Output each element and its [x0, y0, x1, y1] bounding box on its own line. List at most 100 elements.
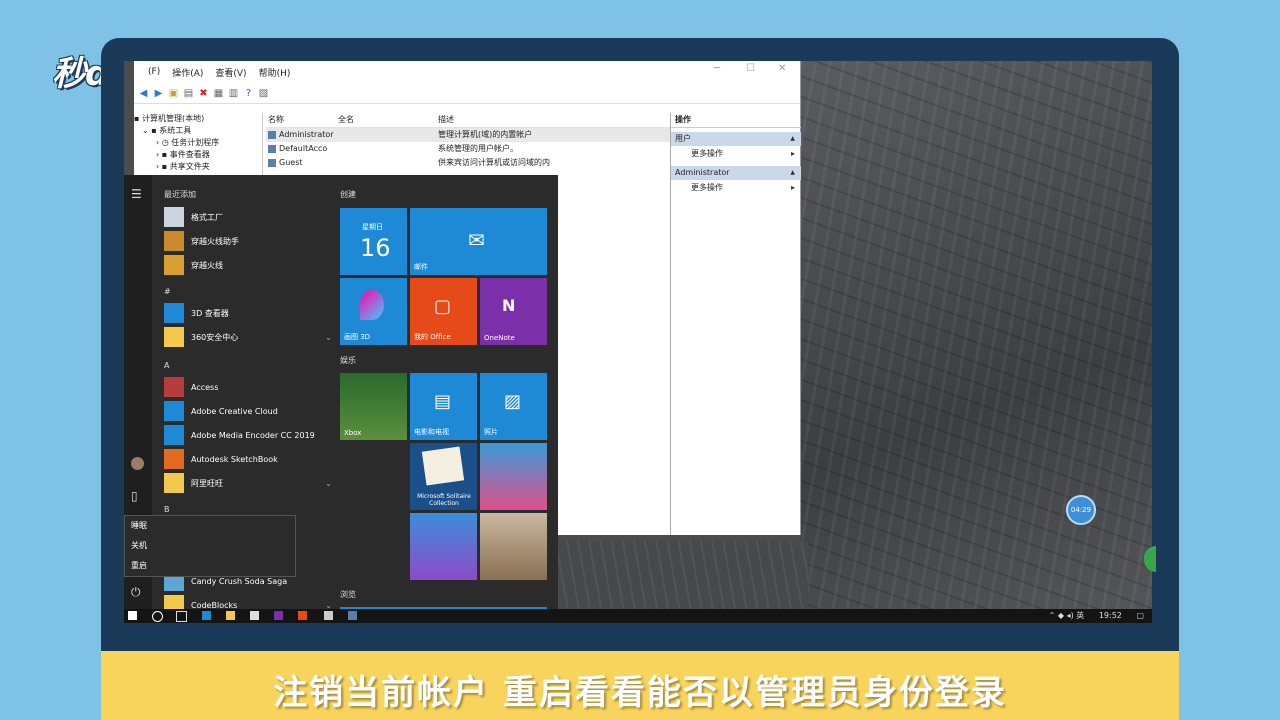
network-icon[interactable]: ◆ [1058, 611, 1064, 620]
more-actions-users[interactable]: 更多操作 [671, 146, 801, 162]
folder-up-icon[interactable]: ▣ [168, 88, 179, 99]
export-icon[interactable]: ▥ [228, 88, 239, 99]
app-crossfire[interactable]: 穿越火线 [164, 255, 334, 275]
onenote-taskbar-icon[interactable] [274, 611, 283, 620]
tile-mail[interactable]: ✉ 邮件 [410, 208, 547, 275]
table-row[interactable]: DefaultAcco 系统管理的用户帐户。 [266, 142, 670, 156]
power-shutdown[interactable]: 关机 [125, 536, 295, 556]
power-icon[interactable]: ⏻ [131, 585, 141, 600]
more-actions-administrator[interactable]: 更多操作 [671, 180, 801, 196]
maximize-button[interactable]: ☐ [746, 63, 755, 74]
table-row[interactable]: Administrator 管理计算机(域)的内置帐户 [266, 128, 670, 142]
chevron-up-icon[interactable]: ⌃ [1049, 611, 1056, 620]
tile-photos[interactable]: ▨ 照片 [480, 373, 547, 440]
tile-age-of-empires[interactable] [480, 513, 547, 580]
film-icon: ▤ [434, 391, 452, 412]
table-row[interactable]: Guest 供来宾访问计算机或访问域的内 [266, 156, 670, 170]
tile-onenote[interactable]: N OneNote [480, 278, 547, 345]
menu-file[interactable]: (F) [148, 67, 160, 77]
forward-icon[interactable]: ▶ [153, 88, 164, 99]
actions-pane: 操作 用户 更多操作 Administrator 更多操作 [670, 113, 801, 535]
app-media-encoder[interactable]: Adobe Media Encoder CC 2019 [164, 425, 334, 445]
app-format-factory[interactable]: 格式工厂 [164, 207, 334, 227]
properties-icon[interactable]: ▦ [213, 88, 224, 99]
app-access[interactable]: Access [164, 377, 334, 397]
section-b[interactable]: B [164, 505, 170, 514]
store-icon[interactable] [250, 611, 259, 620]
menu-help[interactable]: 帮助(H) [259, 66, 291, 79]
tile-area: 创建 星期日 16 ✉ 邮件 画图 3D ▢ 我的 Office N OneNo… [334, 175, 558, 623]
delete-icon[interactable]: ✖ [198, 88, 209, 99]
timer-bubble[interactable]: 04:29 [1066, 495, 1096, 525]
desktop-wallpaper [800, 61, 1152, 623]
system-tray: ⌃ ◆ ◂) 英 19:52 ▢ [1049, 609, 1144, 623]
media-encoder-icon [164, 425, 184, 445]
users-taskbar-icon[interactable] [348, 611, 357, 620]
clock[interactable]: 19:52 [1099, 611, 1122, 620]
actions-header: 操作 [671, 113, 801, 128]
notification-icon[interactable]: ▢ [1136, 611, 1144, 620]
crossfire-icon [164, 255, 184, 275]
tile-office[interactable]: ▢ 我的 Office [410, 278, 477, 345]
clock-icon: › ◷ [156, 138, 172, 147]
explorer-icon[interactable] [226, 611, 235, 620]
help-icon[interactable]: ? [243, 88, 254, 99]
show-tree-icon[interactable]: ▤ [183, 88, 194, 99]
tile-xbox[interactable]: Xbox [340, 373, 407, 440]
app-adobe-cc[interactable]: Adobe Creative Cloud [164, 401, 334, 421]
windows-start-icon[interactable] [128, 611, 137, 620]
office-icon: ▢ [434, 296, 452, 317]
back-icon[interactable]: ◀ [138, 88, 149, 99]
power-sleep[interactable]: 睡眠 [125, 516, 295, 536]
console-icon[interactable]: ▧ [258, 88, 269, 99]
section-hash[interactable]: # [164, 287, 171, 296]
section-a[interactable]: A [164, 361, 169, 370]
tile-solitaire[interactable]: Microsoft Solitaire Collection [410, 443, 477, 510]
avatar[interactable] [131, 457, 144, 470]
actions-group-administrator[interactable]: Administrator [671, 166, 801, 180]
volume-icon[interactable]: ◂) [1067, 611, 1074, 620]
tile-group-create: 创建 [340, 190, 356, 199]
actions-group-users[interactable]: 用户 [671, 132, 801, 146]
tile-movies[interactable]: ▤ 电影和电视 [410, 373, 477, 440]
power-restart[interactable]: 重启 [125, 556, 295, 576]
column-fullname[interactable]: 全名 [338, 113, 438, 127]
column-description[interactable]: 描述 [438, 113, 670, 127]
column-name[interactable]: 名称 [266, 113, 338, 127]
user-icon [268, 144, 276, 153]
user-icon [268, 158, 276, 167]
app-aliwangwang[interactable]: 阿里旺旺 ⌄ [164, 473, 334, 493]
search-icon[interactable] [152, 611, 163, 622]
chevron-down-icon[interactable]: ⌄ [325, 479, 332, 488]
tile-candy-crush-soda[interactable] [480, 443, 547, 510]
tree-item-system-tools[interactable]: ⌄ ▪ 系统工具 [134, 125, 262, 137]
menu-view[interactable]: 查看(V) [215, 66, 246, 79]
edge-icon[interactable] [202, 611, 211, 620]
app-cf-assistant[interactable]: 穿越火线助手 [164, 231, 334, 251]
format-factory-icon [164, 207, 184, 227]
app-sketchbook[interactable]: Autodesk SketchBook [164, 449, 334, 469]
hamburger-icon[interactable]: ☰ [131, 187, 142, 201]
subtitle-text: 注销当前帐户 重启看看能否以管理员身份登录 [273, 673, 1007, 713]
tile-paint3d[interactable]: 画图 3D [340, 278, 407, 345]
tree-item-root[interactable]: ▪ 计算机管理(本地) [134, 113, 262, 125]
document-icon[interactable]: ▯ [131, 489, 138, 503]
chevron-down-icon[interactable]: ⌄ [325, 333, 332, 342]
mmc-taskbar-icon[interactable] [324, 611, 333, 620]
tile-bubble-witch[interactable] [410, 513, 477, 580]
adobe-cc-icon [164, 401, 184, 421]
tree-item-event-viewer[interactable]: › ▪ 事件查看器 [134, 149, 262, 161]
event-icon: › ▪ [156, 150, 170, 159]
menu-action[interactable]: 操作(A) [172, 66, 203, 79]
task-view-icon[interactable] [176, 611, 187, 622]
tree-item-task-scheduler[interactable]: › ◷ 任务计划程序 [134, 137, 262, 149]
tree-item-shared-folders[interactable]: › ▪ 共享文件夹 [134, 161, 262, 173]
app-taskbar-icon[interactable] [298, 611, 307, 620]
app-3d-viewer[interactable]: 3D 查看器 [164, 303, 334, 323]
access-icon [164, 377, 184, 397]
language-indicator[interactable]: 英 [1076, 611, 1084, 620]
tile-calendar[interactable]: 星期日 16 [340, 208, 407, 275]
app-360[interactable]: 360安全中心 ⌄ [164, 327, 334, 347]
close-button[interactable]: ✕ [778, 63, 786, 74]
minimize-button[interactable]: ─ [714, 63, 720, 74]
